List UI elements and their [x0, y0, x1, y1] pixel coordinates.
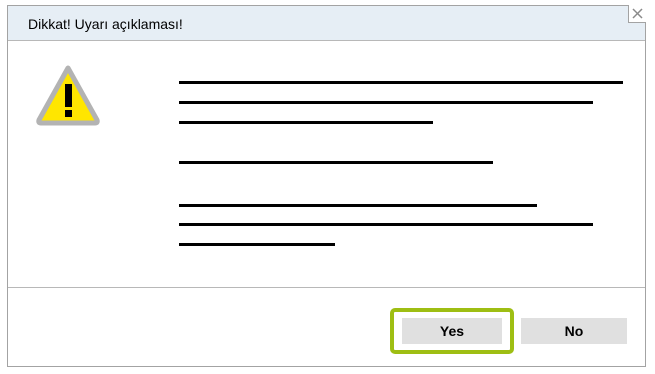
close-icon — [632, 8, 643, 19]
dialog-message-area — [8, 40, 645, 288]
dialog-titlebar: Dikkat! Uyarı açıklaması! — [8, 6, 645, 40]
redacted-text-line — [179, 161, 493, 164]
redacted-text-line — [179, 101, 593, 104]
warning-dialog: Dikkat! Uyarı açıklaması! Yes No — [7, 5, 646, 367]
redacted-text-line — [179, 81, 623, 84]
yes-button[interactable]: Yes — [402, 318, 502, 344]
no-button[interactable]: No — [521, 318, 627, 344]
dialog-title: Dikkat! Uyarı açıklaması! — [28, 16, 183, 32]
warning-triangle-icon — [36, 65, 100, 126]
close-button[interactable] — [628, 5, 646, 23]
redacted-text-line — [179, 204, 537, 207]
dialog-button-bar: Yes No — [8, 288, 645, 366]
redacted-text-line — [179, 121, 433, 124]
redacted-text-line — [179, 223, 593, 226]
redacted-text-line — [179, 243, 335, 246]
